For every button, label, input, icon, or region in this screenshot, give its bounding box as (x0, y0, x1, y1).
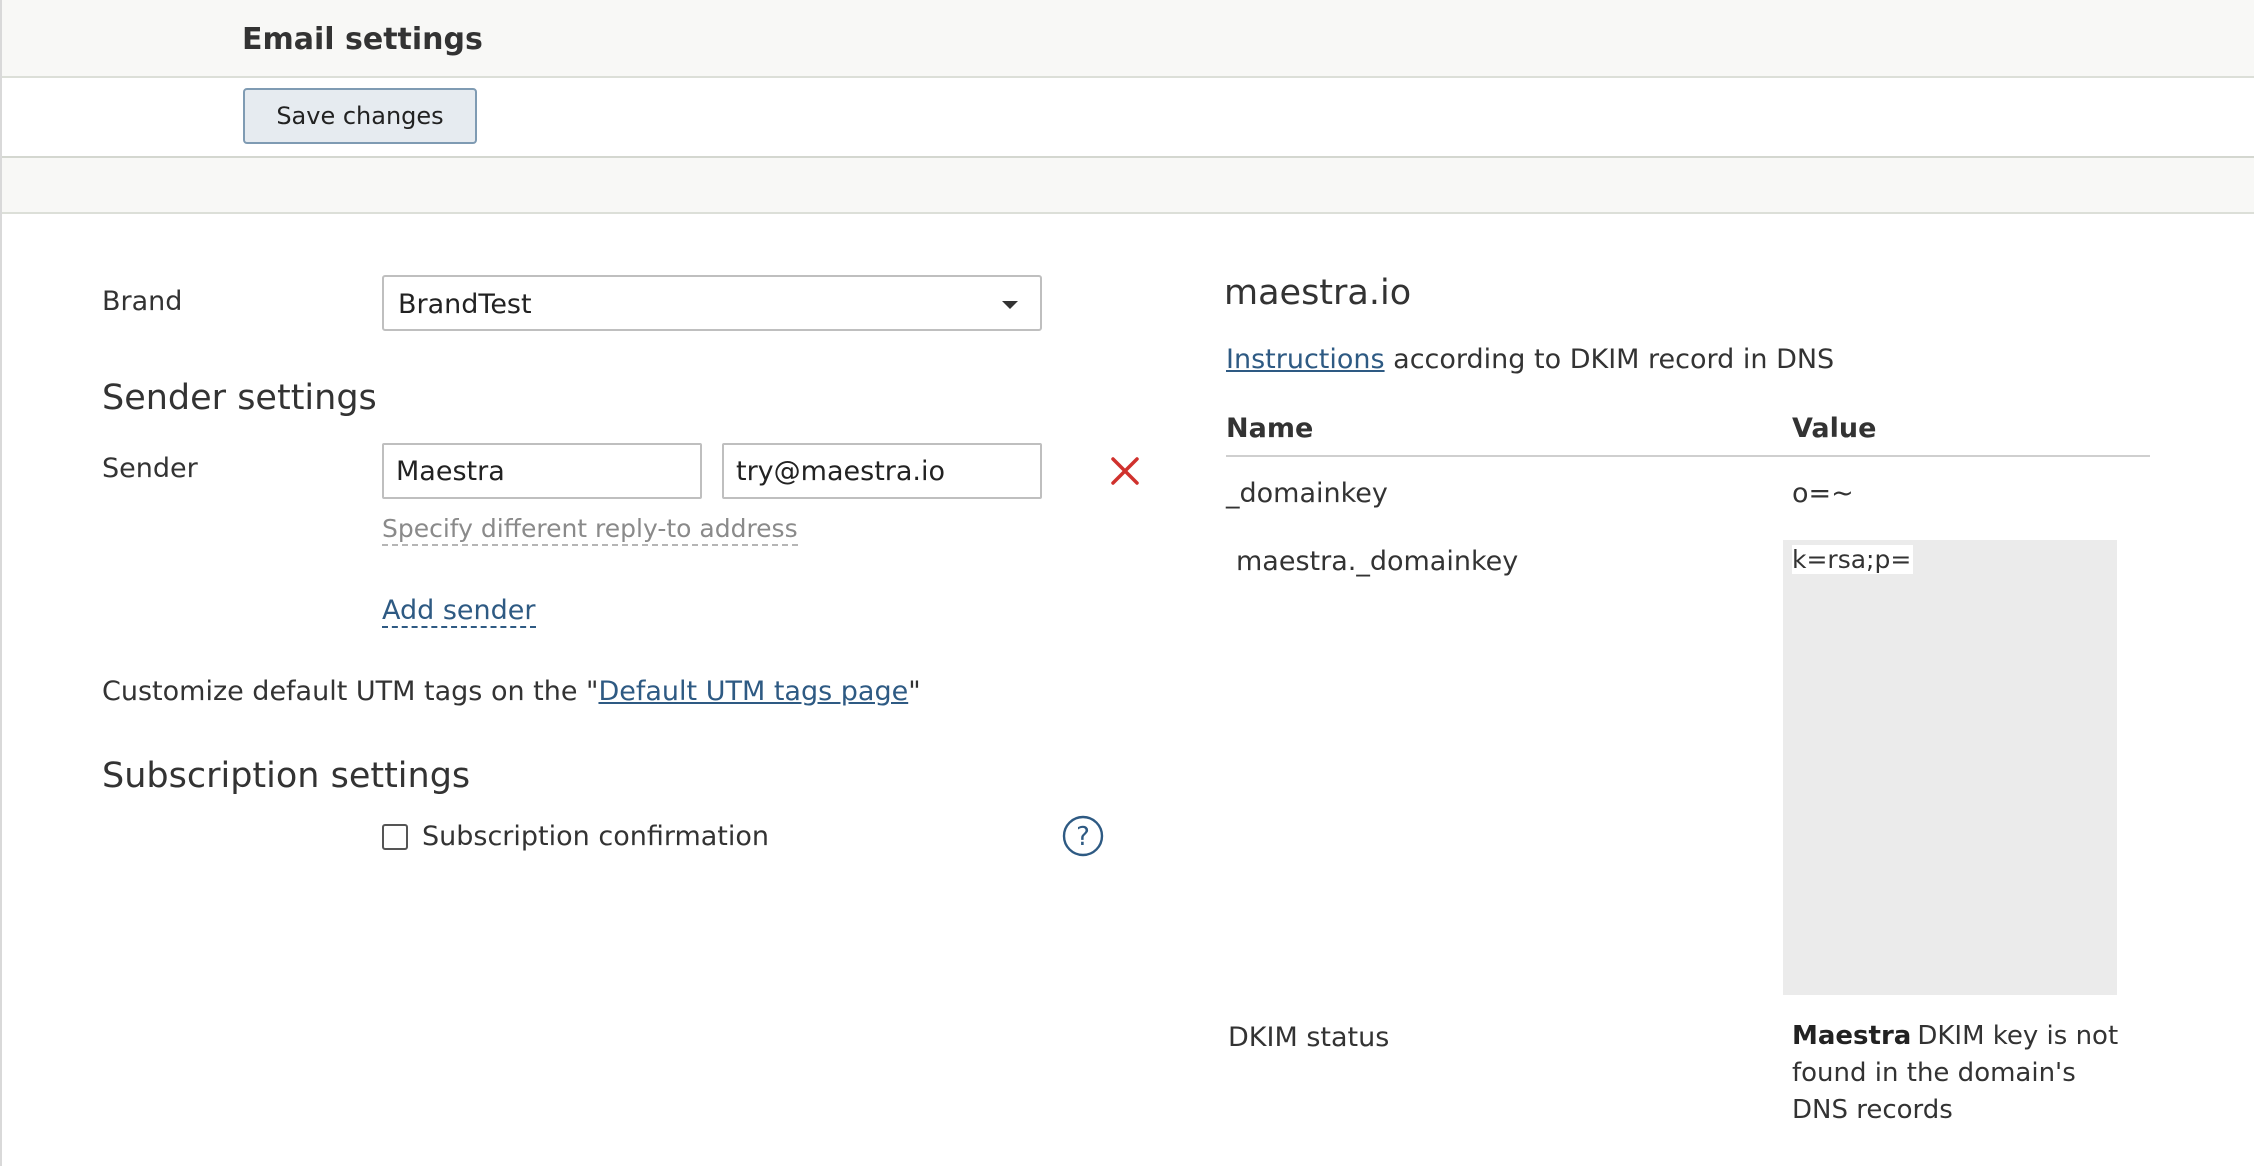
dkim-table-name-header: Name (1226, 413, 1314, 444)
utm-info: Customize default UTM tags on the "Defau… (102, 676, 921, 707)
utm-suffix: " (908, 676, 921, 707)
subscription-settings-heading: Subscription settings (102, 756, 471, 796)
toolbar: Save changes (2, 78, 2254, 158)
instructions-link[interactable]: Instructions (1226, 344, 1385, 375)
dkim-status-label: DKIM status (1228, 1022, 1390, 1053)
dkim-row-1-name: _domainkey (1226, 478, 1388, 509)
dkim-status-value: Maestra DKIM key is not found in the doma… (1792, 1018, 2132, 1129)
reply-to-link[interactable]: Specify different reply-to address (382, 514, 798, 546)
instructions-suffix: according to DKIM record in DNS (1384, 344, 1835, 375)
brand-select[interactable]: BrandTest (382, 275, 1042, 331)
dkim-status-brand: Maestra (1792, 1021, 1912, 1051)
dkim-key-redacted-area (1783, 540, 2117, 995)
brand-label: Brand (102, 286, 183, 317)
chevron-down-icon (1002, 301, 1018, 309)
dkim-table-divider (1226, 455, 2150, 457)
dkim-instructions: Instructions according to DKIM record in… (1226, 344, 1834, 375)
sender-name-input[interactable] (382, 443, 702, 499)
default-utm-tags-link[interactable]: Default UTM tags page (598, 676, 908, 707)
dkim-row-2-value: k=rsa;p= (1792, 545, 1914, 574)
dkim-row-2-name-suffix: ._domainkey (1347, 546, 1519, 577)
close-icon[interactable] (1106, 452, 1144, 490)
question-mark-icon[interactable]: ? (1062, 815, 1104, 857)
utm-prefix: Customize default UTM tags on the " (102, 676, 599, 707)
sender-email-input[interactable] (722, 443, 1042, 499)
dkim-domain-title: maestra.io (1224, 273, 1412, 313)
dkim-row-2-name-prefix: maestra (1236, 546, 1348, 577)
svg-text:?: ? (1076, 822, 1090, 852)
dkim-row-1-value: o=~ (1792, 478, 1854, 509)
subscription-confirmation-label: Subscription confirmation (422, 821, 770, 852)
sender-label: Sender (102, 453, 198, 484)
page-title: Email settings (242, 22, 483, 57)
dkim-row-2-name: maestra._domainkey (1236, 546, 1518, 577)
save-changes-button[interactable]: Save changes (243, 88, 477, 144)
page-header: Email settings (2, 0, 2254, 78)
dkim-table-value-header: Value (1792, 413, 1877, 444)
toolbar-spacer (2, 158, 2254, 214)
add-sender-link[interactable]: Add sender (382, 595, 536, 629)
brand-select-value: BrandTest (398, 289, 532, 320)
subscription-confirmation-checkbox[interactable] (382, 824, 408, 850)
sender-settings-heading: Sender settings (102, 378, 377, 418)
